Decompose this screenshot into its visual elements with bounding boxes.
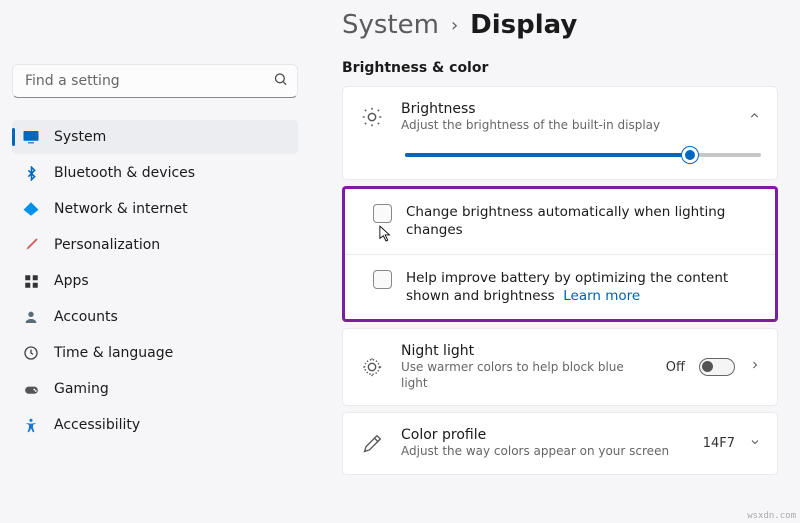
night-light-state: Off	[666, 360, 685, 375]
sidebar-item-time-language[interactable]: Time & language	[12, 336, 298, 370]
content-brightness-label: Help improve battery by optimizing the c…	[406, 269, 755, 305]
sidebar-item-network[interactable]: Network & internet	[12, 192, 298, 226]
auto-brightness-checkbox[interactable]	[373, 204, 392, 223]
accounts-icon	[22, 308, 40, 326]
main-content: System › Display Brightness & color Brig…	[310, 0, 800, 523]
night-light-card[interactable]: Night light Use warmer colors to help bl…	[342, 328, 778, 406]
section-title: Brightness & color	[342, 60, 778, 76]
display-icon	[22, 128, 40, 146]
night-light-toggle[interactable]	[699, 358, 735, 376]
content-brightness-row[interactable]: Help improve battery by optimizing the c…	[345, 255, 775, 319]
nav-label: Time & language	[54, 345, 173, 361]
nav-label: Personalization	[54, 237, 160, 253]
gaming-icon	[22, 380, 40, 398]
night-light-title: Night light	[401, 343, 650, 359]
chevron-down-icon[interactable]	[749, 436, 761, 452]
brightness-title: Brightness	[401, 101, 732, 117]
breadcrumb-parent[interactable]: System	[342, 10, 439, 40]
chevron-right-icon: ›	[451, 15, 458, 36]
sidebar-item-accounts[interactable]: Accounts	[12, 300, 298, 334]
nav-label: Accounts	[54, 309, 118, 325]
annotation-highlight: Change brightness automatically when lig…	[342, 186, 778, 322]
sidebar: System Bluetooth & devices Network & int…	[0, 0, 310, 523]
night-light-icon	[359, 354, 385, 380]
brightness-slider[interactable]	[405, 147, 761, 163]
nav-label: System	[54, 129, 106, 145]
brightness-subtitle: Adjust the brightness of the built-in di…	[401, 117, 732, 133]
nav-label: Bluetooth & devices	[54, 165, 195, 181]
sidebar-item-bluetooth[interactable]: Bluetooth & devices	[12, 156, 298, 190]
content-brightness-checkbox[interactable]	[373, 270, 392, 289]
brightness-card: Brightness Adjust the brightness of the …	[342, 86, 778, 180]
chevron-right-icon[interactable]	[749, 359, 761, 375]
breadcrumb: System › Display	[342, 10, 778, 40]
color-profile-card[interactable]: Color profile Adjust the way colors appe…	[342, 412, 778, 474]
brush-icon	[22, 236, 40, 254]
nav-label: Gaming	[54, 381, 109, 397]
learn-more-link[interactable]: Learn more	[563, 288, 640, 304]
sidebar-item-apps[interactable]: Apps	[12, 264, 298, 298]
sidebar-item-accessibility[interactable]: Accessibility	[12, 408, 298, 442]
auto-brightness-label: Change brightness automatically when lig…	[406, 203, 755, 239]
chevron-up-icon[interactable]	[748, 109, 761, 126]
brightness-slider-row	[343, 147, 777, 179]
nav-label: Accessibility	[54, 417, 140, 433]
auto-brightness-row[interactable]: Change brightness automatically when lig…	[345, 189, 775, 253]
color-profile-value: 14F7	[703, 436, 735, 451]
wifi-icon	[22, 200, 40, 218]
search-wrap	[12, 64, 298, 98]
nav-label: Network & internet	[54, 201, 188, 217]
brightness-header[interactable]: Brightness Adjust the brightness of the …	[343, 87, 777, 147]
nav-list: System Bluetooth & devices Network & int…	[12, 120, 298, 442]
search-input[interactable]	[12, 64, 298, 98]
sidebar-item-system[interactable]: System	[12, 120, 298, 154]
sun-icon	[359, 104, 385, 130]
clock-icon	[22, 344, 40, 362]
night-light-subtitle: Use warmer colors to help block blue lig…	[401, 359, 650, 391]
bluetooth-icon	[22, 164, 40, 182]
sidebar-item-gaming[interactable]: Gaming	[12, 372, 298, 406]
color-profile-subtitle: Adjust the way colors appear on your scr…	[401, 443, 687, 459]
sidebar-item-personalization[interactable]: Personalization	[12, 228, 298, 262]
color-profile-title: Color profile	[401, 427, 687, 443]
search-icon	[273, 72, 288, 91]
watermark: wsxdn.com	[747, 511, 796, 521]
eyedropper-icon	[359, 431, 385, 457]
breadcrumb-current: Display	[470, 10, 577, 40]
apps-icon	[22, 272, 40, 290]
accessibility-icon	[22, 416, 40, 434]
nav-label: Apps	[54, 273, 89, 289]
